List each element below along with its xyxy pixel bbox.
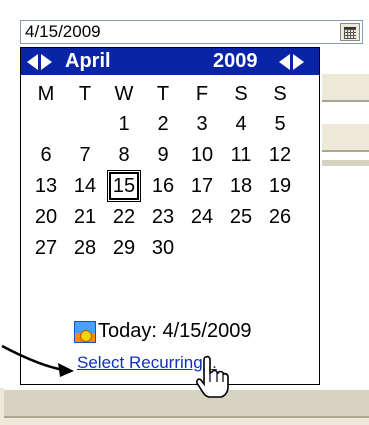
callout-arrow-icon [1, 344, 74, 377]
hand-pointer-icon [196, 355, 229, 398]
